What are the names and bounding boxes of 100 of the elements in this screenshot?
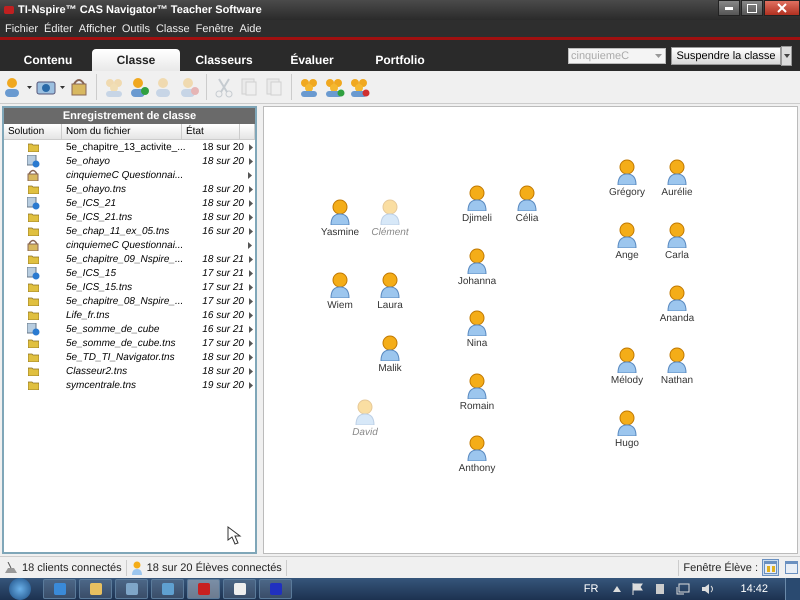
clients-count: 18 clients connectés [22, 562, 122, 574]
caret-icon[interactable] [781, 46, 792, 66]
folder-icon [28, 380, 38, 390]
taskbar-app-button[interactable] [115, 579, 148, 599]
menu-item[interactable]: Afficher [78, 22, 116, 34]
window-title: TI-Nspire™ CAS Navigator™ Teacher Software [18, 4, 262, 16]
file-name[interactable]: 5e_somme_de_cube [62, 324, 186, 334]
file-name[interactable]: 5e_ICS_15.tns [62, 282, 186, 292]
file-name[interactable]: 5e_ICS_21.tns [62, 212, 186, 222]
person-icon [329, 272, 351, 298]
completion-count: 18 sur 20 [201, 352, 245, 362]
file-name[interactable]: Life_fr.tns [62, 310, 186, 320]
file-name[interactable]: 5e_ICS_21 [62, 198, 186, 208]
monitor-icon [26, 154, 40, 168]
student[interactable]: Ananda [647, 285, 707, 324]
close-icon [777, 3, 787, 13]
student[interactable]: David [335, 399, 395, 438]
taskbar-app-button[interactable] [223, 579, 256, 599]
tab[interactable]: Classe [92, 49, 180, 71]
file-name[interactable]: 5e_ohayo.tns [62, 184, 186, 194]
close-button[interactable] [764, 0, 800, 16]
file-name[interactable]: 5e_chapitre_09_Nspire_... [62, 254, 186, 264]
file-name[interactable]: 5e_ohayo [62, 156, 186, 166]
student[interactable]: Johanna [447, 248, 507, 287]
student[interactable]: Nina [447, 310, 507, 349]
menu-item[interactable]: Outils [122, 22, 150, 34]
file-name[interactable]: cinquiemeC Questionnai... [62, 170, 186, 180]
minimize-button[interactable] [718, 0, 740, 16]
menu-item[interactable]: Classe [156, 22, 190, 34]
view-label: Fenêtre Élève : [683, 562, 758, 574]
person-icon [666, 222, 688, 248]
person-icon [616, 347, 638, 373]
antenna-icon [4, 562, 18, 574]
students-count: 18 sur 20 Élèves connectés [146, 562, 282, 574]
folder-icon [28, 338, 38, 348]
column-header[interactable]: Nom du fichier [62, 124, 182, 139]
folder-icon [28, 212, 38, 222]
student[interactable]: Romain [447, 373, 507, 412]
person-icon [616, 159, 638, 185]
speaker-icon[interactable] [701, 583, 716, 595]
person-icon [466, 248, 488, 274]
student[interactable]: Malik [360, 335, 420, 374]
file-name[interactable]: 5e_somme_de_cube.tns [62, 338, 186, 348]
clock[interactable]: 14:42 [740, 583, 768, 595]
device-icon[interactable] [655, 583, 666, 595]
student[interactable]: Anthony [447, 435, 507, 474]
person-icon [616, 410, 638, 436]
monitor-icon [26, 196, 40, 210]
tab[interactable]: Classeurs [180, 49, 268, 71]
caret-icon [27, 86, 32, 88]
completion-count: 17 sur 20 [201, 338, 245, 348]
completion-count: 18 sur 21 [201, 254, 245, 264]
file-name[interactable]: 5e_TD_TI_Navigator.tns [62, 352, 186, 362]
column-header[interactable]: État [182, 124, 240, 139]
file-name[interactable]: Classeur2.tns [62, 366, 186, 376]
show-desktop-button[interactable] [785, 578, 800, 600]
completion-count: 18 sur 20 [201, 212, 245, 222]
tab[interactable]: Portfolio [356, 49, 444, 71]
column-header[interactable]: Solution [4, 124, 62, 139]
people-button[interactable] [348, 76, 370, 98]
flag-icon[interactable] [632, 583, 644, 595]
file-name[interactable]: cinquiemeC Questionnai... [62, 240, 186, 250]
language-indicator[interactable]: FR [584, 583, 598, 595]
file-name[interactable]: symcentrale.tns [62, 380, 186, 390]
app-logo-icon [4, 6, 14, 14]
grid-view-button[interactable] [762, 559, 779, 576]
file-name[interactable]: 5e_chap_11_ex_05.tns [62, 226, 186, 236]
menu-item[interactable]: Fenêtre [196, 22, 234, 34]
tab[interactable]: Évaluer [268, 49, 356, 71]
basket-icon [27, 239, 39, 251]
up-arrow-icon[interactable] [613, 586, 622, 592]
monitor-icon [26, 266, 40, 280]
folder-icon [28, 352, 38, 362]
suspend-button[interactable]: Suspendre la classe [671, 46, 781, 64]
people-button[interactable] [323, 76, 345, 98]
person-icon [466, 185, 488, 211]
folder-icon [28, 254, 38, 264]
folder-icon [28, 184, 38, 194]
person-icon [329, 199, 351, 225]
file-name[interactable]: 5e_chapitre_13_activite_... [62, 142, 186, 152]
list-view-button[interactable] [783, 559, 800, 576]
menu-item[interactable]: Aide [240, 22, 262, 34]
completion-count: 17 sur 21 [201, 268, 245, 278]
file-name[interactable]: 5e_ICS_15 [62, 268, 186, 278]
person-button[interactable] [2, 76, 32, 98]
person-icon [128, 76, 150, 98]
menu-item[interactable]: Fichier [5, 22, 38, 34]
people-button[interactable] [298, 76, 320, 98]
menu-item[interactable]: Éditer [44, 22, 73, 34]
person-button[interactable] [128, 76, 150, 98]
student[interactable]: Hugo [597, 410, 657, 449]
network-icon[interactable] [676, 583, 690, 595]
tab[interactable]: Contenu [4, 49, 92, 71]
panel-title: Enregistrement de classe [4, 108, 255, 124]
person-icon [379, 272, 401, 298]
completion-count: 18 sur 20 [201, 142, 245, 152]
restore-button[interactable] [741, 0, 763, 16]
taskbar-app-button[interactable] [79, 579, 112, 599]
file-name[interactable]: 5e_chapitre_08_Nspire_... [62, 296, 186, 306]
taskbar-app-button[interactable] [151, 579, 184, 599]
